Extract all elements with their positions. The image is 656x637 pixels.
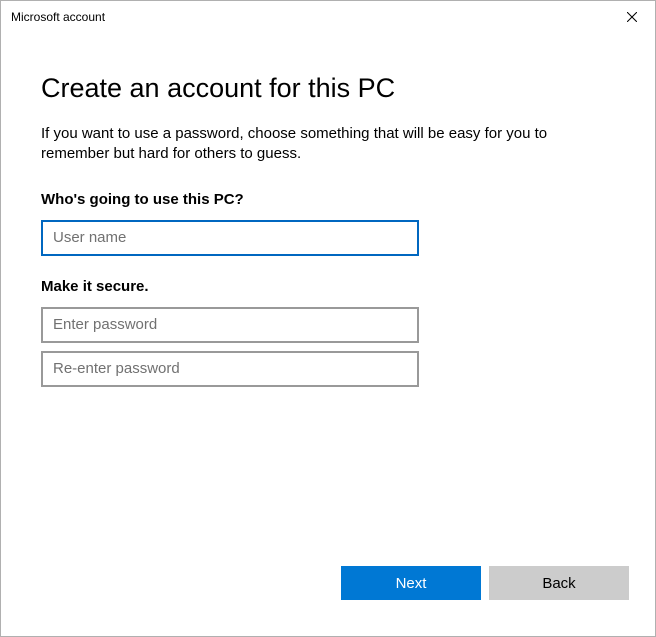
close-icon xyxy=(627,12,637,22)
password-reenter-input[interactable] xyxy=(41,351,419,387)
window: Microsoft account Create an account for … xyxy=(0,0,656,637)
back-button[interactable]: Back xyxy=(489,566,629,600)
titlebar: Microsoft account xyxy=(1,1,655,33)
window-title: Microsoft account xyxy=(11,10,105,24)
username-group: Who's going to use this PC? xyxy=(41,191,615,256)
close-button[interactable] xyxy=(609,1,655,33)
page-description: If you want to use a password, choose so… xyxy=(41,124,615,165)
password-group: Make it secure. xyxy=(41,278,615,395)
username-input[interactable] xyxy=(41,220,419,256)
password-label: Make it secure. xyxy=(41,278,615,295)
password-input[interactable] xyxy=(41,307,419,343)
content-area: Create an account for this PC If you wan… xyxy=(1,33,655,566)
footer: Next Back xyxy=(1,566,655,636)
username-label: Who's going to use this PC? xyxy=(41,191,615,208)
page-title: Create an account for this PC xyxy=(41,73,615,104)
next-button[interactable]: Next xyxy=(341,566,481,600)
